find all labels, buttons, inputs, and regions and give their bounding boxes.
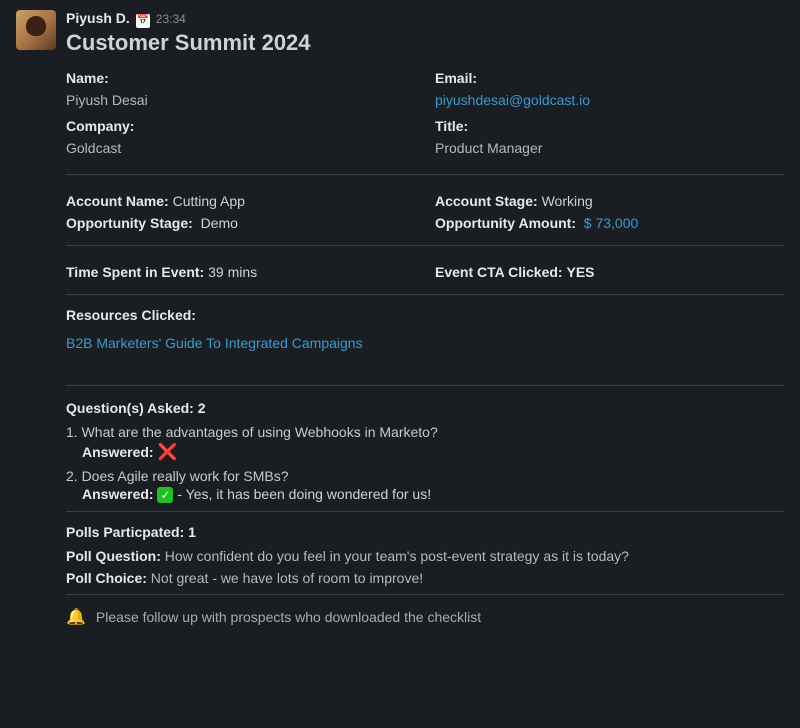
opportunity-stage-value: Demo (201, 215, 238, 231)
title-label: Title: (435, 118, 784, 134)
message-header: Piyush D. 📅 23:34 (66, 10, 784, 28)
poll-question-line: Poll Question: How confident do you feel… (66, 548, 784, 564)
opportunity-stage-label: Opportunity Stage: (66, 215, 193, 231)
message-content: Piyush D. 📅 23:34 Customer Summit 2024 N… (66, 10, 784, 627)
slack-message: Piyush D. 📅 23:34 Customer Summit 2024 N… (0, 0, 800, 637)
polls-label: Polls Particpated: 1 (66, 524, 784, 540)
poll-question-text: How confident do you feel in your team's… (165, 548, 629, 564)
poll-choice-text: Not great - we have lots of room to impr… (151, 570, 423, 586)
name-value: Piyush Desai (66, 92, 415, 108)
divider (66, 594, 784, 595)
opportunity-amount-label: Opportunity Amount: (435, 215, 576, 231)
engagement-grid: Time Spent in Event: 39 mins Event CTA C… (66, 258, 784, 286)
company-value: Goldcast (66, 140, 415, 156)
divider (66, 174, 784, 175)
company-label: Company: (66, 118, 415, 134)
opportunity-amount-line: Opportunity Amount: $ 73,000 (435, 215, 784, 231)
answered-label: Answered: (82, 444, 154, 460)
question-2-answer-text: - Yes, it has been doing wondered for us… (177, 486, 431, 502)
time-spent-value: 39 mins (208, 264, 257, 280)
account-name-label: Account Name: (66, 193, 169, 209)
poll-question-label: Poll Question: (66, 548, 161, 564)
poll-choice-line: Poll Choice: Not great - we have lots of… (66, 570, 784, 586)
time-spent-line: Time Spent in Event: 39 mins (66, 264, 415, 280)
email-label: Email: (435, 70, 784, 86)
contact-grid: Name: Piyush Desai Company: Goldcast Ema… (66, 66, 784, 166)
event-title: Customer Summit 2024 (66, 30, 784, 56)
question-1-answered: Answered: ❌ (82, 442, 784, 462)
footer-note: 🔔 Please follow up with prospects who do… (66, 607, 784, 627)
question-2-answered: Answered: ✓ - Yes, it has been doing won… (82, 486, 784, 503)
account-grid: Account Name: Cutting App Opportunity St… (66, 187, 784, 237)
check-icon: ✓ (157, 487, 173, 503)
app-calendar-icon: 📅 (136, 14, 150, 28)
timestamp[interactable]: 23:34 (156, 12, 186, 26)
account-name-line: Account Name: Cutting App (66, 193, 415, 209)
opportunity-amount-value: $ 73,000 (584, 215, 639, 231)
cta-clicked-label: Event CTA Clicked: (435, 264, 563, 280)
x-icon: ❌ (157, 444, 177, 461)
account-stage-value: Working (542, 193, 593, 209)
name-label: Name: (66, 70, 415, 86)
account-stage-label: Account Stage: (435, 193, 538, 209)
divider (66, 294, 784, 295)
avatar[interactable] (16, 10, 56, 50)
time-spent-label: Time Spent in Event: (66, 264, 204, 280)
question-2: 2. Does Agile really work for SMBs? (66, 468, 784, 484)
question-1: 1. What are the advantages of using Webh… (66, 424, 784, 440)
bell-icon: 🔔 (66, 607, 86, 627)
divider (66, 385, 784, 386)
account-stage-line: Account Stage: Working (435, 193, 784, 209)
account-name-value: Cutting App (173, 193, 245, 209)
poll-choice-label: Poll Choice: (66, 570, 147, 586)
title-value: Product Manager (435, 140, 784, 156)
resources-label: Resources Clicked: (66, 307, 784, 323)
footer-text: Please follow up with prospects who down… (96, 609, 481, 625)
cta-clicked-value: YES (566, 264, 594, 280)
opportunity-stage-line: Opportunity Stage: Demo (66, 215, 415, 231)
questions-label: Question(s) Asked: 2 (66, 400, 784, 416)
divider (66, 245, 784, 246)
divider (66, 511, 784, 512)
cta-clicked-line: Event CTA Clicked: YES (435, 264, 784, 280)
answered-label: Answered: (82, 486, 154, 502)
poster-name[interactable]: Piyush D. (66, 10, 130, 26)
email-value[interactable]: piyushdesai@goldcast.io (435, 92, 784, 108)
resource-link[interactable]: B2B Marketers' Guide To Integrated Campa… (66, 335, 363, 351)
